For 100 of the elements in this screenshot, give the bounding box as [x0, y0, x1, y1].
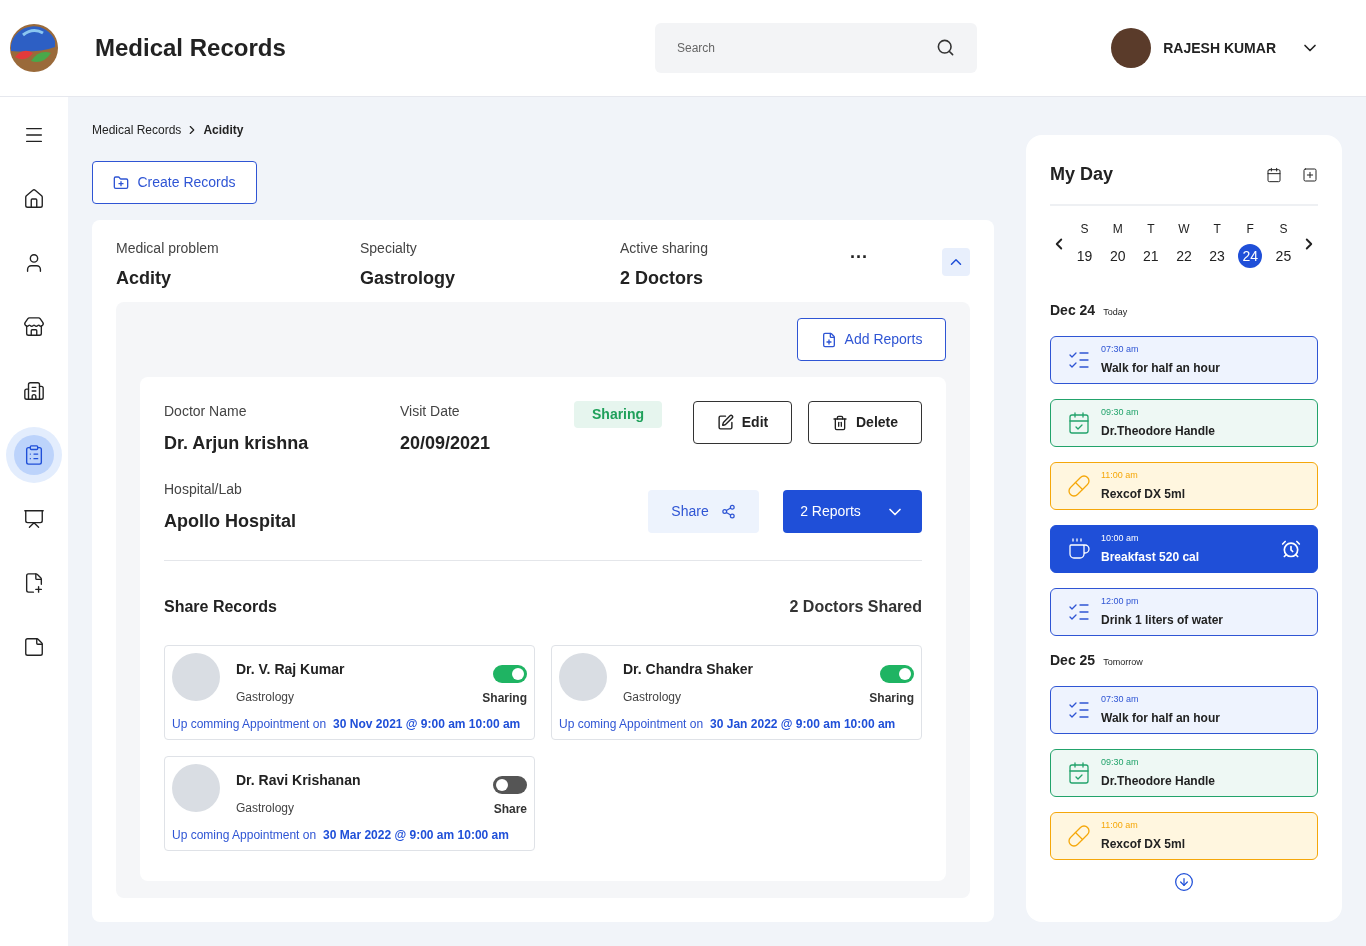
toggle-label: Sharing [869, 690, 914, 707]
doctor-name: Dr. V. Raj Kumar [236, 660, 345, 679]
field-label: Visit Date [400, 402, 461, 421]
visit-date: 20/09/2021 [400, 432, 492, 455]
weekday-label: W [1178, 221, 1190, 238]
event-time: 12:00 pm [1101, 595, 1140, 609]
event-title: Rexcof DX 5ml [1101, 835, 1186, 853]
event-time: 07:30 am [1101, 693, 1140, 707]
edit-icon [716, 414, 734, 431]
schedule-event[interactable]: 07:30 am Walk for half an hour [1050, 336, 1318, 384]
event-title: Drink 1 liters of water [1101, 611, 1224, 629]
doctor-specialty: Gastrology [236, 689, 296, 706]
doctor-specialty: Gastrology [236, 800, 296, 817]
search-icon[interactable] [936, 38, 955, 57]
collapse-button[interactable] [942, 248, 970, 276]
breadcrumb-current: Acidity [203, 122, 244, 139]
doctor-name: Dr. Arjun krishna [164, 432, 310, 455]
weekday-label: T [1147, 221, 1155, 238]
calendar-day[interactable]: 22 [1172, 244, 1196, 268]
doctor-photo [559, 653, 607, 701]
scroll-down-icon[interactable] [1174, 872, 1194, 892]
file-plus-icon [820, 331, 837, 348]
weekday-label: M [1112, 221, 1123, 238]
calendar-day[interactable]: 23 [1205, 244, 1230, 268]
toggle-switch[interactable] [493, 665, 527, 683]
field-label: Hospital/Lab [164, 480, 243, 499]
more-options-button[interactable]: ··· [850, 244, 868, 271]
day-heading: Dec 25 [1050, 651, 1096, 670]
pill-icon [1067, 824, 1091, 848]
add-reports-button[interactable]: Add Reports [797, 318, 946, 361]
field-label: Doctor Name [164, 402, 248, 421]
weekday-label: F [1246, 221, 1254, 238]
event-title: Walk for half an hour [1101, 709, 1220, 727]
share-icon [720, 504, 736, 519]
weekday-label: T [1213, 221, 1221, 238]
schedule-event[interactable]: 11:00 am Rexcof DX 5ml [1050, 462, 1318, 510]
event-time: 09:30 am [1101, 406, 1140, 420]
user-name[interactable]: RAJESH KUMAR [1163, 37, 1276, 59]
section-title: Share Records [164, 597, 277, 617]
sharing-status-badge: Sharing [574, 401, 663, 428]
field-value: Gastrology [360, 267, 457, 290]
add-icon[interactable] [1302, 166, 1318, 183]
trash-icon [832, 414, 848, 431]
calendar-day[interactable]: 21 [1138, 244, 1163, 268]
calendar-day[interactable]: 19 [1072, 244, 1097, 268]
appointment-date: 30 Mar 2022 @ 9:00 am 10:00 am [323, 827, 509, 844]
event-time: 07:30 am [1101, 343, 1140, 357]
event-title: Rexcof DX 5ml [1101, 485, 1186, 503]
alarm-clock-icon[interactable] [1281, 539, 1301, 559]
day-note: Tomorrow [1103, 656, 1143, 669]
toggle-switch[interactable] [493, 776, 527, 794]
edit-button[interactable]: Edit [693, 401, 792, 444]
calendar-icon[interactable] [1266, 166, 1282, 183]
pill-icon [1067, 474, 1091, 498]
logo-icon [9, 23, 59, 73]
panel-title: My Day [1050, 163, 1114, 186]
day-note: Today [1103, 306, 1128, 319]
doctor-name: Dr. Chandra Shaker [623, 660, 753, 679]
appointment-label: Up coming Appointment on [559, 716, 704, 733]
calendar-day[interactable]: 24 [1238, 244, 1263, 268]
event-time: 11:00 am [1101, 819, 1139, 833]
event-title: Dr.Theodore Handle [1101, 422, 1216, 440]
schedule-event[interactable]: 11:00 am Rexcof DX 5ml [1050, 812, 1318, 860]
share-button[interactable]: Share [648, 490, 759, 533]
breadcrumb-link[interactable]: Medical Records [92, 121, 182, 139]
delete-button[interactable]: Delete [808, 401, 922, 444]
folder-plus-icon [113, 174, 130, 191]
event-time: 11:00 am [1101, 469, 1139, 483]
appointment-date: 30 Nov 2021 @ 9:00 am 10:00 am [333, 716, 521, 733]
field-label: Active sharing [620, 239, 709, 258]
event-title: Breakfast 520 cal [1101, 548, 1200, 566]
doctor-photo [172, 764, 220, 812]
event-title: Walk for half an hour [1101, 359, 1220, 377]
doctor-photo [172, 653, 220, 701]
coffee-icon [1067, 537, 1091, 561]
field-value: Acdity [116, 267, 172, 290]
calendar-check-icon [1067, 761, 1091, 785]
event-title: Dr.Theodore Handle [1101, 772, 1216, 790]
appointment-label: Up coming Appointment on [172, 827, 317, 844]
weekday-label: S [1279, 221, 1288, 238]
doctor-specialty: Gastrology [623, 689, 683, 706]
field-value: 2 Doctors [620, 267, 705, 290]
shared-count: 2 Doctors Shared [789, 597, 922, 617]
schedule-event[interactable]: 12:00 pm Drink 1 liters of water [1050, 588, 1318, 636]
page-title: Medical Records [95, 33, 287, 63]
hospital-name: Apollo Hospital [164, 510, 296, 533]
schedule-event[interactable]: 09:30 am Dr.Theodore Handle [1050, 749, 1318, 797]
toggle-switch[interactable] [880, 665, 914, 683]
schedule-event[interactable]: 10:00 am Breakfast 520 cal [1050, 525, 1318, 573]
calendar-day[interactable]: 25 [1271, 244, 1296, 268]
day-heading: Dec 24 [1050, 301, 1096, 320]
reports-dropdown-button[interactable]: 2 Reports [783, 490, 922, 533]
calendar-day[interactable]: 20 [1105, 244, 1130, 268]
avatar [1111, 28, 1152, 68]
schedule-event[interactable]: 09:30 am Dr.Theodore Handle [1050, 399, 1318, 447]
search-field[interactable]: Search [655, 23, 977, 73]
schedule-event[interactable]: 07:30 am Walk for half an hour [1050, 686, 1318, 734]
create-records-button[interactable]: Create Records [92, 161, 257, 204]
field-label: Medical problem [116, 239, 220, 258]
appointment-label: Up comming Appointment on [172, 716, 327, 733]
